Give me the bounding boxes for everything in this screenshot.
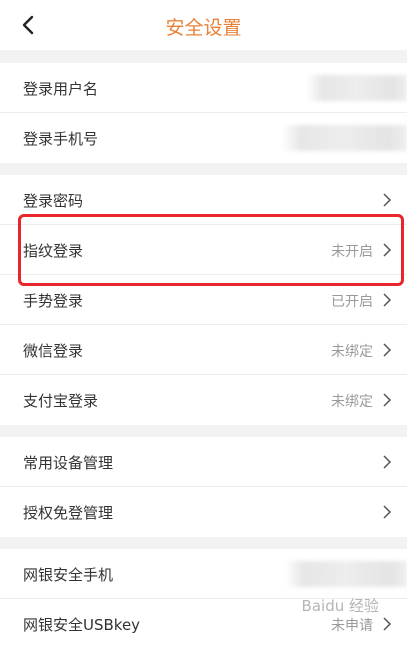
- row-netbank-phone[interactable]: 网银安全手机: [0, 549, 407, 599]
- chevron-right-icon: [383, 193, 392, 207]
- chevron-right-icon: [383, 343, 392, 357]
- row-label: 手势登录: [23, 292, 84, 310]
- row-status: 未申请: [331, 618, 373, 634]
- row-label: 常用设备管理: [23, 454, 114, 472]
- row-label: 网银安全手机: [23, 566, 114, 584]
- row-status: 未绑定: [331, 394, 373, 410]
- watermark: Baidu 经验: [301, 597, 379, 615]
- row-label: 网银安全USBkey: [23, 616, 141, 634]
- chevron-right-icon: [383, 505, 392, 519]
- row-label: 登录手机号: [23, 130, 99, 148]
- login-methods-group: 登录密码 指纹登录 未开启 手势登录 已开启 微信登录 未绑定 支付宝登录 未绑…: [0, 175, 407, 425]
- row-alipay-login[interactable]: 支付宝登录 未绑定: [0, 375, 407, 425]
- row-wechat-login[interactable]: 微信登录 未绑定: [0, 325, 407, 375]
- row-status: 已开启: [331, 294, 373, 310]
- page-title: 安全设置: [165, 17, 242, 39]
- chevron-right-icon: [383, 617, 392, 631]
- obscured-value: [307, 75, 407, 101]
- obscured-value: [282, 125, 407, 151]
- device-group: 常用设备管理 授权免登管理: [0, 437, 407, 537]
- chevron-right-icon: [383, 293, 392, 307]
- row-login-phone[interactable]: 登录手机号: [0, 113, 407, 163]
- row-label: 支付宝登录: [23, 392, 99, 410]
- row-label: 登录用户名: [23, 80, 99, 98]
- row-label: 授权免登管理: [23, 504, 114, 522]
- row-label: 微信登录: [23, 342, 84, 360]
- row-device-management[interactable]: 常用设备管理: [0, 437, 407, 487]
- highlight-box: [18, 214, 404, 286]
- header-bar: 安全设置: [0, 0, 407, 50]
- chevron-right-icon: [383, 393, 392, 407]
- row-login-username[interactable]: 登录用户名: [0, 63, 407, 113]
- chevron-right-icon: [383, 455, 392, 469]
- row-authorization-management[interactable]: 授权免登管理: [0, 487, 407, 537]
- obscured-value: [285, 561, 407, 587]
- row-status: 未绑定: [331, 344, 373, 360]
- row-label: 登录密码: [23, 192, 84, 210]
- account-group: 登录用户名 登录手机号: [0, 63, 407, 163]
